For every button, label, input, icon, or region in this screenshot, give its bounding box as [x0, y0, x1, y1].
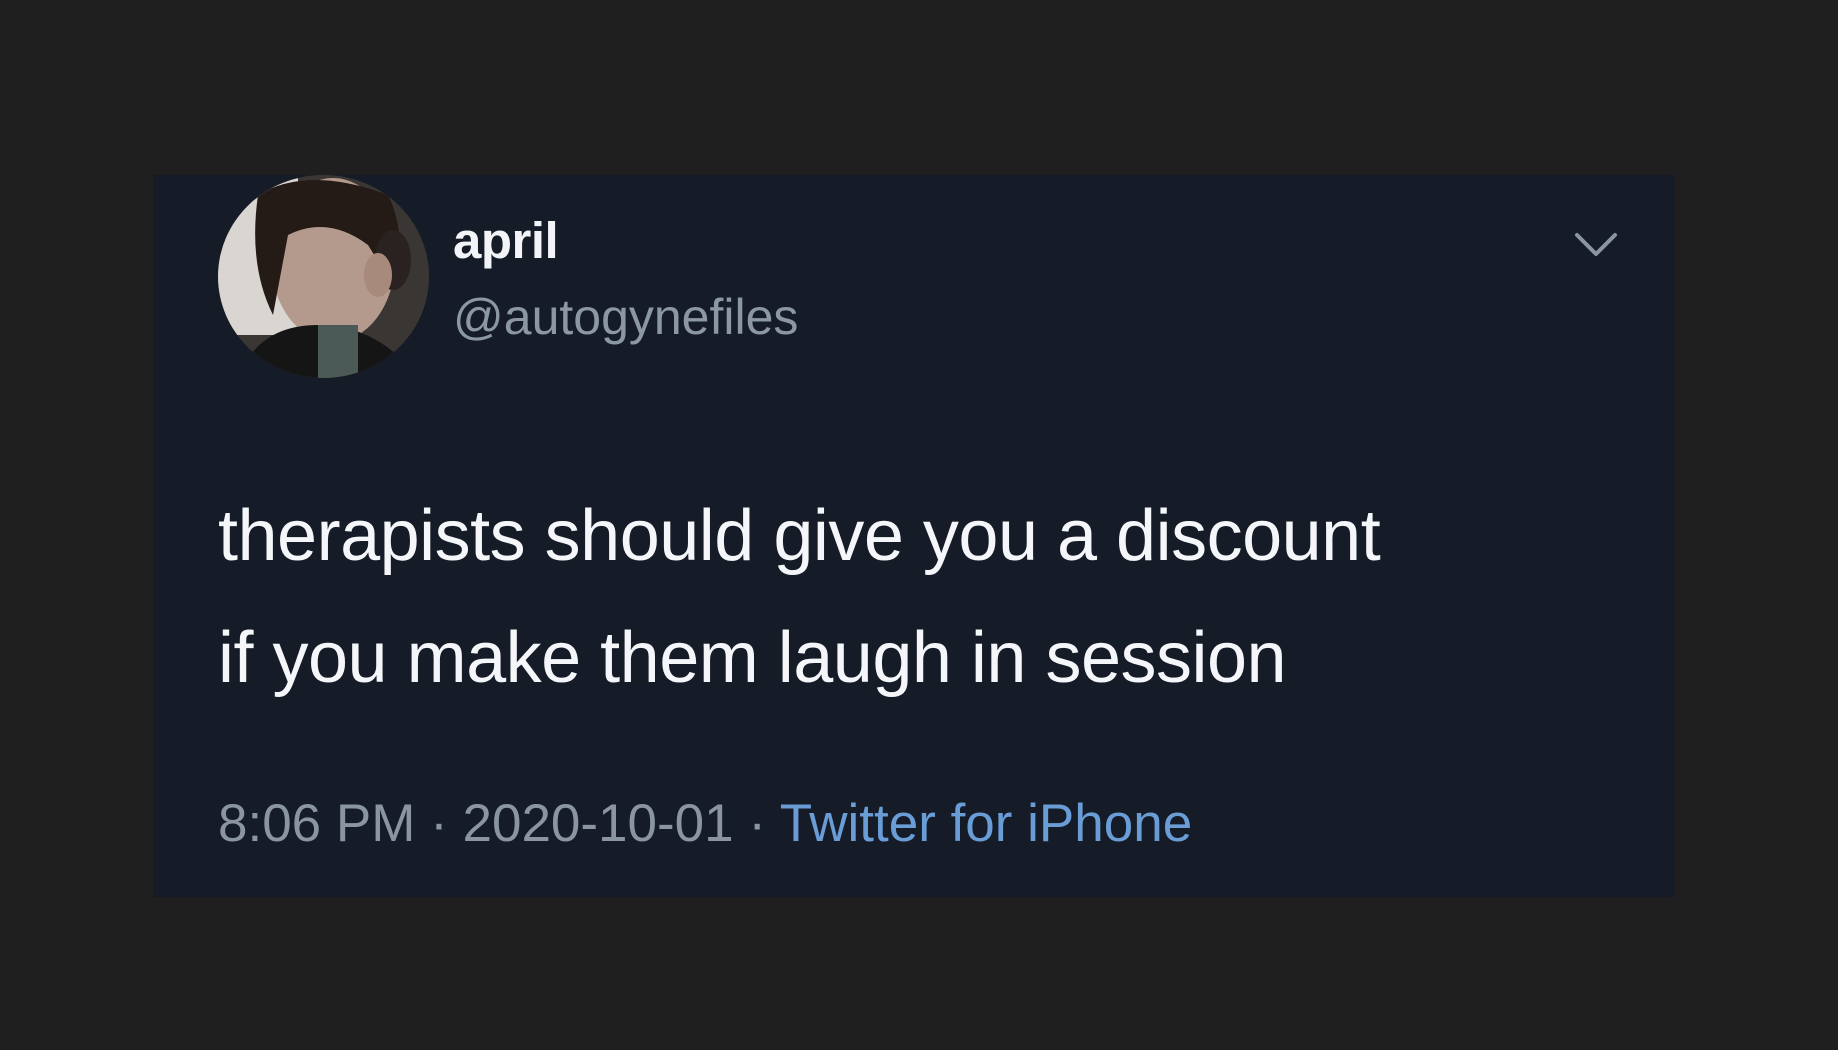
tweet-text-line-2: if you make them laugh in session: [218, 618, 1287, 698]
avatar-image: [218, 175, 429, 378]
tweet-card[interactable]: april @autogynefiles therapists should g…: [153, 175, 1675, 897]
avatar[interactable]: [218, 175, 429, 378]
separator: ·: [415, 794, 463, 853]
tweet-date[interactable]: 2020-10-01: [463, 794, 734, 853]
separator: ·: [733, 794, 780, 853]
chevron-down-icon[interactable]: [1571, 225, 1621, 265]
tweet-text-line-1: therapists should give you a discount: [218, 496, 1381, 576]
display-name[interactable]: april: [453, 211, 559, 270]
screenshot-frame: april @autogynefiles therapists should g…: [0, 0, 1838, 1050]
tweet-text: therapists should give you a discount if…: [218, 475, 1638, 719]
tweet-metadata: 8:06 PM · 2020-10-01 · Twitter for iPhon…: [218, 793, 1192, 854]
user-handle[interactable]: @autogynefiles: [453, 288, 798, 346]
tweet-source-link[interactable]: Twitter for iPhone: [780, 794, 1192, 853]
tweet-time[interactable]: 8:06 PM: [218, 794, 415, 853]
